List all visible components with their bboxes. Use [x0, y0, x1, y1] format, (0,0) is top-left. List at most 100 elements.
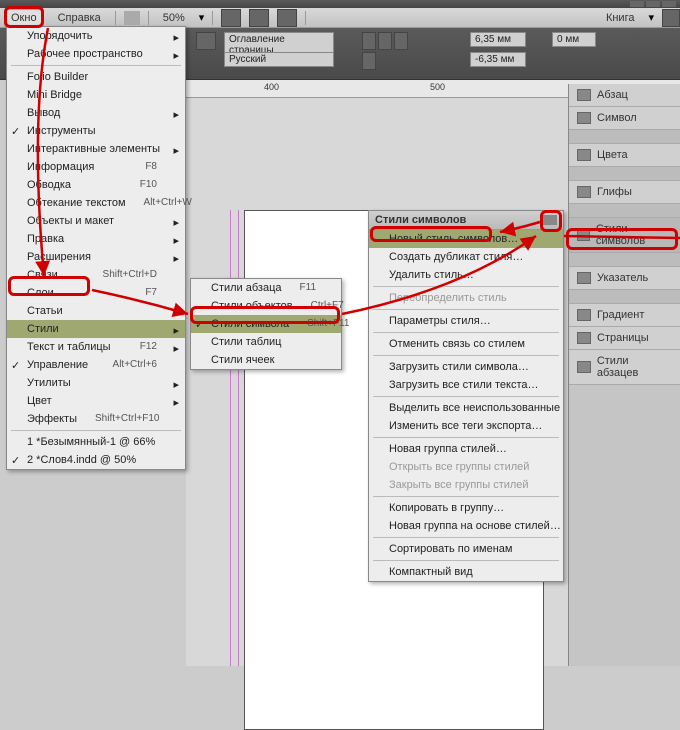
menu-item-effects[interactable]: ЭффектыShift+Ctrl+F10 — [7, 410, 185, 428]
menu-item-select-unused[interactable]: Выделить все неиспользованные — [369, 399, 563, 417]
ruler-tick: 500 — [430, 82, 445, 92]
menu-item-editorial[interactable]: Правка▸ — [7, 230, 185, 248]
menu-bar: Окно Справка 50% ▾ Книга ▾ — [0, 8, 680, 28]
window-menu-dropdown: Упорядочить▸ Рабочее пространство▸ Folio… — [6, 26, 186, 470]
panel-gap — [569, 253, 680, 267]
panel-pages[interactable]: Страницы — [569, 327, 680, 350]
panel-index[interactable]: Указатель — [569, 267, 680, 290]
menu-item-delete-style[interactable]: Удалить стиль… — [369, 266, 563, 284]
menu-item-close-all-groups: Закрыть все группы стилей — [369, 476, 563, 494]
menu-item-minibridge[interactable]: Mini Bridge — [7, 86, 185, 104]
search-icon[interactable] — [662, 9, 680, 27]
panel-glyphs[interactable]: Глифы — [569, 181, 680, 204]
char-styles-icon — [577, 229, 590, 241]
gradient-icon — [577, 309, 591, 321]
menu-item-arrange[interactable]: Упорядочить▸ — [7, 27, 185, 45]
align-center-icon[interactable] — [378, 32, 392, 50]
indent-first-field[interactable]: -6,35 мм — [470, 52, 526, 67]
panel-paragraph-styles[interactable]: Стили абзацев — [569, 350, 680, 385]
menu-item-utilities[interactable]: Утилиты▸ — [7, 374, 185, 392]
ruler-tick: 400 — [264, 82, 279, 92]
menu-item-new-style-group[interactable]: Новая группа стилей… — [369, 440, 563, 458]
maximize-icon[interactable] — [646, 1, 660, 7]
menu-item-load-char-styles[interactable]: Загрузить стили символа… — [369, 358, 563, 376]
chevron-down-icon[interactable]: ▾ — [648, 11, 654, 24]
character-icon — [577, 112, 591, 124]
menu-item-control[interactable]: ✓УправлениеAlt+Ctrl+6 — [7, 356, 185, 374]
character-styles-flyout: Стили символов Новый стиль символов… Соз… — [368, 210, 564, 582]
panel-gap — [569, 290, 680, 304]
align-right-icon[interactable] — [394, 32, 408, 50]
menu-item-compact-view[interactable]: Компактный вид — [369, 563, 563, 581]
para-styles-icon — [577, 361, 591, 373]
glyphs-icon — [577, 186, 591, 198]
menu-item-duplicate-style[interactable]: Создать дубликат стиля… — [369, 248, 563, 266]
styles-submenu: Стили абзацаF11 Стили объектовCtrl+F7 ✓С… — [190, 278, 342, 370]
menu-item-stroke[interactable]: ОбводкаF10 — [7, 176, 185, 194]
menu-item-textwrap[interactable]: Обтекание текстомAlt+Ctrl+W — [7, 194, 185, 212]
pages-icon — [577, 332, 591, 344]
menu-item-sort-by-name[interactable]: Сортировать по именам — [369, 540, 563, 558]
menu-item-paragraph-styles[interactable]: Стили абзацаF11 — [191, 279, 341, 297]
panel-swatches[interactable]: Цвета — [569, 144, 680, 167]
menu-item-cell-styles[interactable]: Стили ячеек — [191, 351, 341, 369]
minimize-icon[interactable] — [630, 1, 644, 7]
panel-gap — [569, 167, 680, 181]
menu-item-doc2[interactable]: ✓2 *Слов4.indd @ 50% — [7, 451, 185, 469]
panel-character-styles[interactable]: Стили символов — [569, 218, 680, 253]
align-left-icon[interactable] — [362, 32, 376, 50]
workspace-switcher[interactable]: Книга — [600, 10, 641, 26]
flyout-menu-icon[interactable] — [543, 215, 557, 225]
menu-item-style-options[interactable]: Параметры стиля… — [369, 312, 563, 330]
close-icon[interactable] — [662, 1, 676, 7]
menu-item-color[interactable]: Цвет▸ — [7, 392, 185, 410]
panel-character[interactable]: Символ — [569, 107, 680, 130]
menu-item-edit-tags[interactable]: Изменить все теги экспорта… — [369, 417, 563, 435]
panel-gradient[interactable]: Градиент — [569, 304, 680, 327]
arrange-icon[interactable] — [277, 9, 297, 27]
menu-item-character-styles[interactable]: ✓Стили символаShift+F11 — [191, 315, 341, 333]
menu-item-tools[interactable]: ✓Инструменты — [7, 122, 185, 140]
screen-mode-icon[interactable] — [249, 9, 269, 27]
menu-item-layers[interactable]: СлоиF7 — [7, 284, 185, 302]
menu-item-info[interactable]: ИнформацияF8 — [7, 158, 185, 176]
menu-item-table-styles[interactable]: Стили таблиц — [191, 333, 341, 351]
zoom-level[interactable]: 50% — [157, 10, 191, 26]
swatches-icon — [577, 149, 591, 161]
menu-item-doc1[interactable]: 1 *Безымянный-1 @ 66% — [7, 433, 185, 451]
panel-gap — [569, 130, 680, 144]
menu-item-articles[interactable]: Статьи — [7, 302, 185, 320]
bridge-icon[interactable] — [124, 11, 140, 25]
menu-item-load-all-styles[interactable]: Загрузить все стили текста… — [369, 376, 563, 394]
paragraph-icon — [577, 89, 591, 101]
language-field[interactable]: Русский — [224, 52, 334, 67]
indent-left-field[interactable]: 6,35 мм — [470, 32, 526, 47]
menu-item-styles[interactable]: Стили▸ — [7, 320, 185, 338]
index-icon — [577, 272, 591, 284]
menu-window[interactable]: Окно — [4, 9, 44, 27]
title-bar — [0, 0, 680, 8]
menu-item-group-from-styles[interactable]: Новая группа на основе стилей… — [369, 517, 563, 535]
menu-item-text-tables[interactable]: Текст и таблицыF12▸ — [7, 338, 185, 356]
menu-item-folio[interactable]: Folio Builder — [7, 68, 185, 86]
menu-item-extensions[interactable]: Расширения▸ — [7, 248, 185, 266]
flyout-title-bar[interactable]: Стили символов — [369, 211, 563, 230]
menu-item-object-styles[interactable]: Стили объектовCtrl+F7 — [191, 297, 341, 315]
view-mode-icon[interactable] — [221, 9, 241, 27]
indent-right-field[interactable]: 0 мм — [552, 32, 596, 47]
panel-paragraph[interactable]: Абзац — [569, 84, 680, 107]
menu-item-workspace[interactable]: Рабочее пространство▸ — [7, 45, 185, 63]
menu-item-open-all-groups: Открыть все группы стилей — [369, 458, 563, 476]
menu-item-copy-to-group[interactable]: Копировать в группу… — [369, 499, 563, 517]
menu-help[interactable]: Справка — [52, 10, 107, 26]
menu-item-new-char-style[interactable]: Новый стиль символов… — [369, 230, 563, 248]
panel-dock: Абзац Символ Цвета Глифы Стили символов … — [568, 84, 680, 666]
menu-item-break-link[interactable]: Отменить связь со стилем — [369, 335, 563, 353]
menu-item-interactive[interactable]: Интерактивные элементы▸ — [7, 140, 185, 158]
char-format-icon[interactable] — [196, 32, 216, 50]
menu-item-output[interactable]: Вывод▸ — [7, 104, 185, 122]
justify-icon[interactable] — [362, 52, 376, 70]
menu-item-links[interactable]: СвязиShift+Ctrl+D — [7, 266, 185, 284]
menu-item-object-layout[interactable]: Объекты и макет▸ — [7, 212, 185, 230]
chevron-down-icon[interactable]: ▾ — [199, 11, 205, 24]
